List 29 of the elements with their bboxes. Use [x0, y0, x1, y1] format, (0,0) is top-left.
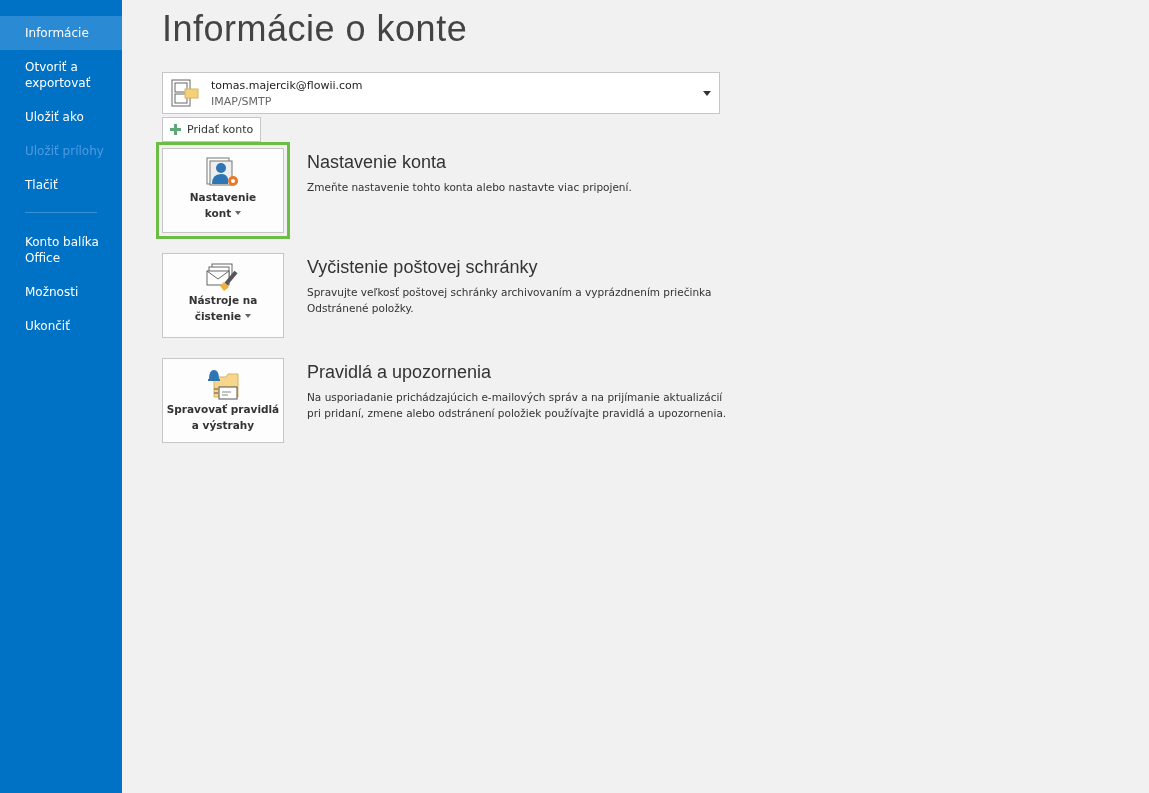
- section-heading: Pravidlá a upozornenia: [307, 362, 493, 383]
- sidebar-item[interactable]: Informácie: [0, 16, 122, 50]
- section-heading: Nastavenie konta: [307, 152, 448, 173]
- section-description: Na usporiadanie prichádzajúcich e-mailových správ a na prijímanie aktualizácií pri pridaní, zmene alebo odstránení položiek používajte pravidlá a upozornenia.: [307, 390, 727, 421]
- section-description: Zmeňte nastavenie tohto konta alebo nastavte viac pripojení.: [307, 180, 633, 195]
- cleanup-icon: [206, 262, 240, 292]
- section-description: Spravujte veľkosť poštovej schránky archivovaním a vyprázdnením priečinka Odstránené položky.: [307, 285, 713, 316]
- account-type: IMAP/SMTP: [211, 94, 273, 108]
- tile-button[interactable]: Spravovať pravidlá a výstrahy: [162, 358, 284, 443]
- plus-icon: [170, 124, 181, 135]
- cabinet-envelope-icon: [171, 79, 199, 107]
- tile-button[interactable]: Nastavenie kont: [162, 148, 284, 233]
- account-settings-icon: [206, 157, 240, 189]
- sidebar-item[interactable]: Konto balíka Office: [0, 225, 122, 275]
- tile-button[interactable]: Nástroje na čistenie: [162, 253, 284, 338]
- caret-icon: [703, 90, 711, 96]
- sidebar-item[interactable]: Tlačiť: [0, 168, 122, 202]
- rules-icon: [206, 367, 240, 401]
- sidebar-item[interactable]: Uložiť ako: [0, 100, 122, 134]
- account-email: tomas.majercik@flowii.com: [211, 78, 364, 92]
- page-title: Informácie o konte: [162, 8, 469, 50]
- section-heading: Vyčistenie poštovej schránky: [307, 257, 539, 278]
- sidebar-item[interactable]: Ukončiť: [0, 309, 122, 343]
- caret-icon: [245, 314, 252, 318]
- account-dropdown[interactable]: tomas.majercik@flowii.com IMAP/SMTP: [162, 72, 720, 114]
- sidebar-item[interactable]: Možnosti: [0, 275, 122, 309]
- sidebar-item[interactable]: Otvoriť a exportovať: [0, 50, 122, 100]
- add-account-button[interactable]: Pridať konto: [162, 117, 262, 142]
- caret-icon: [235, 211, 242, 215]
